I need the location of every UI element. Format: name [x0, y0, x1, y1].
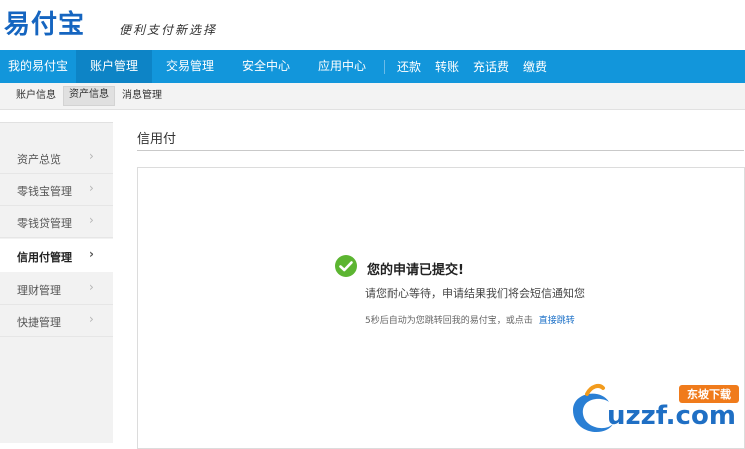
title-divider: [137, 150, 744, 151]
watermark-logo: uzzf.com 东坡下载: [573, 384, 739, 433]
chevron-right-icon: ›: [89, 213, 94, 227]
watermark-text: uzzf.com: [607, 401, 736, 431]
sidebar-item-quick-pay[interactable]: 快捷管理 ›: [0, 306, 113, 337]
nav-my-yifubao[interactable]: 我的易付宝: [0, 50, 76, 83]
subnav-message-management[interactable]: 消息管理: [117, 87, 167, 105]
sidebar-item-asset-overview[interactable]: 资产总览 ›: [0, 143, 113, 174]
quick-link-repay[interactable]: 还款: [397, 58, 421, 75]
quick-link-transfer[interactable]: 转账: [435, 58, 459, 75]
sidebar-item-label: 零钱宝管理: [17, 185, 72, 198]
redirect-notice: 5秒后自动为您跳转回我的易付宝，或点击 直接跳转: [365, 313, 575, 326]
direct-redirect-link[interactable]: 直接跳转: [539, 316, 575, 326]
sidebar-item-label: 资产总览: [17, 153, 61, 166]
quick-link-bill-pay[interactable]: 缴费: [523, 58, 547, 75]
sidebar-item-lingqiandai[interactable]: 零钱贷管理 ›: [0, 207, 113, 238]
watermark-badge: 东坡下载: [687, 387, 731, 401]
sidebar-item-lingqianbao[interactable]: 零钱宝管理 ›: [0, 175, 113, 206]
logo-slogan: 便利支付新选择: [119, 23, 218, 37]
subnav-asset-info[interactable]: 资产信息: [63, 86, 115, 106]
sidebar-item-label: 理财管理: [17, 284, 61, 297]
subnav-account-info[interactable]: 账户信息: [11, 87, 61, 105]
nav-app-center[interactable]: 应用中心: [304, 50, 380, 83]
success-title: 您的申请已提交!: [367, 263, 464, 278]
nav-security-center[interactable]: 安全中心: [228, 50, 304, 83]
nav-transaction-management[interactable]: 交易管理: [152, 50, 228, 83]
sidebar-item-label: 零钱贷管理: [17, 217, 72, 230]
sidebar-item-label: 信用付管理: [17, 251, 72, 264]
chevron-right-icon: ›: [89, 149, 94, 163]
chevron-right-icon: ›: [89, 280, 94, 294]
sidebar-item-label: 快捷管理: [17, 316, 61, 329]
nav-account-management[interactable]: 账户管理: [76, 50, 152, 83]
chevron-right-icon: ›: [89, 312, 94, 326]
sidebar-item-wealth-management[interactable]: 理财管理 ›: [0, 274, 113, 305]
chevron-right-icon: ›: [89, 181, 94, 195]
redirect-text: 5秒后自动为您跳转回我的易付宝，或点击: [365, 316, 533, 326]
sub-nav: 账户信息 资产信息 消息管理: [0, 83, 745, 110]
check-circle-icon: [335, 255, 357, 277]
sidebar-item-credit-pay[interactable]: 信用付管理 ›: [0, 239, 113, 272]
sidebar: 资产总览 › 零钱宝管理 › 零钱贷管理 › 信用付管理 › 理财管理 › 快捷…: [0, 122, 113, 443]
main-nav: 我的易付宝 账户管理 交易管理 安全中心 应用中心 还款 转账 充话费 缴费: [0, 50, 745, 83]
quick-link-phone-topup[interactable]: 充话费: [473, 58, 509, 75]
header: 易付宝 便利支付新选择: [0, 0, 745, 50]
site-logo[interactable]: 易付宝: [4, 4, 85, 41]
page-title: 信用付: [137, 132, 177, 147]
nav-divider: [384, 59, 385, 74]
success-description: 请您耐心等待，申请结果我们将会短信通知您: [365, 287, 585, 300]
chevron-right-icon: ›: [89, 247, 94, 261]
